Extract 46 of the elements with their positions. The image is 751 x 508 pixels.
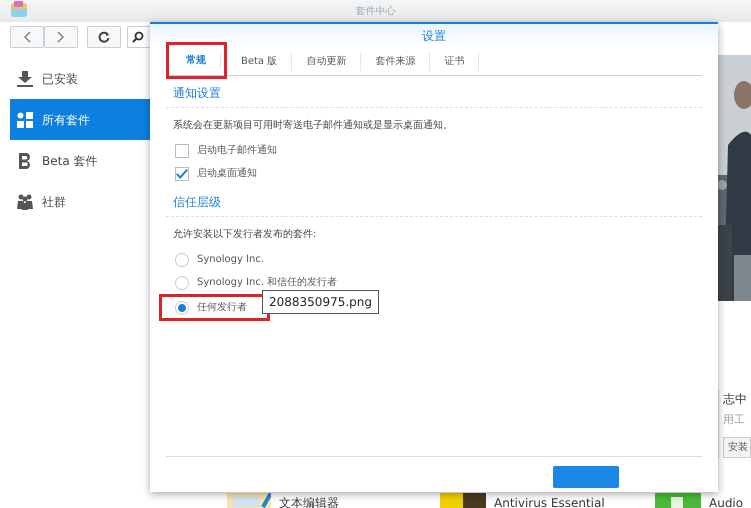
option-label: Synology Inc. 和信任的发行者 (197, 276, 338, 290)
app-icon (655, 493, 701, 508)
tab[interactable]: 证书 (430, 52, 480, 71)
option-label: Synology Inc. (197, 253, 264, 267)
app-icon (10, 1, 28, 19)
check-icon (176, 168, 188, 180)
tooltip: 2088350975.png (262, 290, 380, 314)
sidebar-item[interactable]: 已安装 (0, 58, 150, 99)
option-label: 启动桌面通知 (197, 166, 257, 181)
radio-button[interactable] (175, 252, 189, 266)
option-label: 任何发行者 (197, 300, 247, 315)
sidebar-item[interactable]: 所有套件 (10, 99, 150, 140)
section-title: 通知设置 (166, 76, 702, 108)
install-button[interactable]: 安装 (723, 436, 751, 458)
section-description: 允许安装以下发行者发布的套件: (172, 228, 318, 242)
tab[interactable]: Beta 版 (227, 52, 292, 71)
section-description: 系统会在更新项目可用时寄送电子邮件通知或是显示桌面通知。 (172, 118, 454, 133)
package-subtitle: 用工 (723, 412, 746, 428)
checkbox[interactable] (175, 166, 189, 180)
dialog-title: 设置 (422, 28, 446, 45)
forward-button[interactable] (44, 26, 78, 48)
people-icon (16, 192, 34, 210)
grid-icon (16, 110, 34, 128)
tab[interactable]: 自动更新 (292, 52, 362, 71)
refresh-button[interactable] (87, 26, 121, 48)
tab[interactable]: 套件来源 (361, 52, 430, 71)
package-name: Audio (709, 497, 744, 508)
checkbox[interactable] (175, 144, 189, 158)
tab[interactable]: 常规 (172, 52, 221, 69)
download-icon (16, 70, 34, 88)
forward-icon (57, 31, 65, 43)
editor-icon (225, 493, 271, 508)
sidebar-item[interactable]: 社群 (0, 181, 150, 222)
package-name: Antivirus Essential (494, 497, 605, 508)
refresh-icon (98, 31, 110, 43)
section-title: 信任层级 (166, 185, 702, 217)
radio-button[interactable] (175, 276, 189, 290)
window-title: 套件中心 (356, 4, 396, 18)
search-icon (132, 31, 144, 43)
back-icon (23, 31, 31, 43)
back-button[interactable] (10, 26, 44, 48)
option-label: 启动电子邮件通知 (197, 144, 277, 158)
sidebar-item[interactable]: Beta 套件 (0, 140, 150, 181)
radio-button[interactable] (175, 300, 189, 314)
package-title: 志中 (723, 391, 748, 408)
ok-button[interactable] (553, 466, 619, 488)
